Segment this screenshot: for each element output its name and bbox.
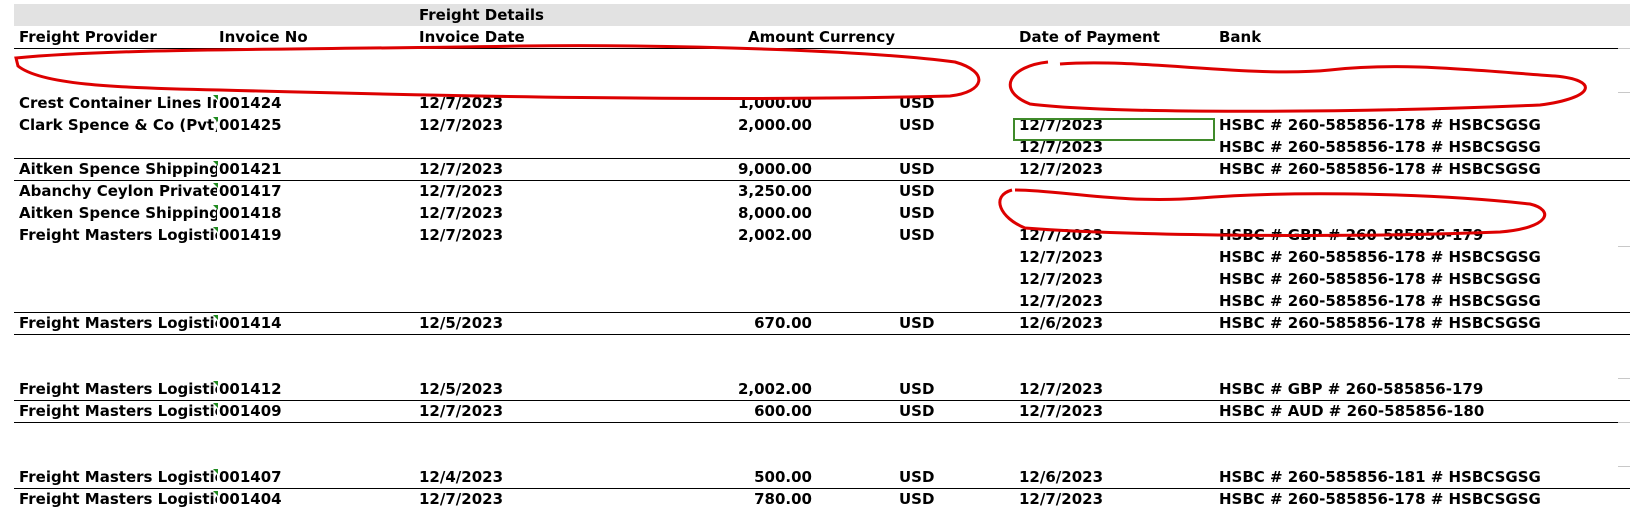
redaction-scribble-1: [14, 44, 981, 100]
spreadsheet: Freight Details Freight Provider Invoice…: [0, 0, 1630, 529]
redaction-scribbles: [14, 44, 1587, 237]
redaction-scribble-2: [1008, 60, 1587, 113]
redaction-scribble-3: [998, 188, 1547, 237]
